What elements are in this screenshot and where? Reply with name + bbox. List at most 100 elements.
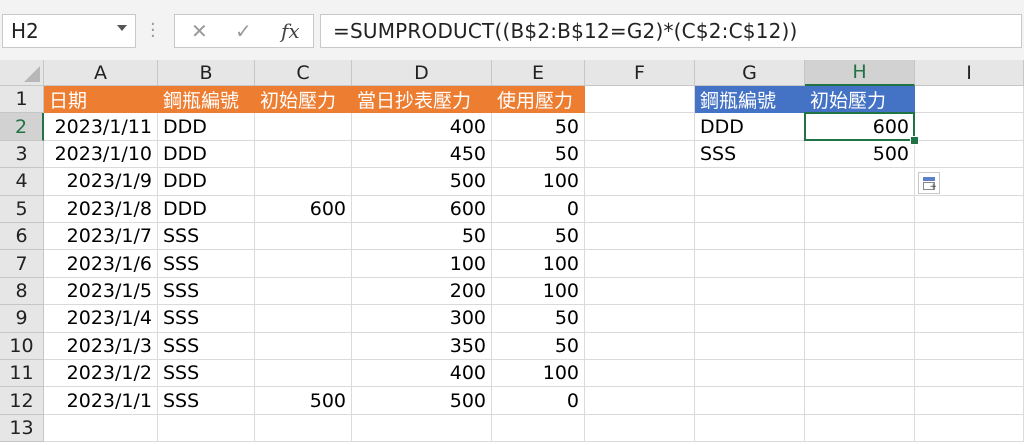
cell-d13[interactable] [352, 414, 492, 443]
cell-d5[interactable]: 600 [352, 195, 492, 223]
cell-a10[interactable]: 2023/1/3 [44, 332, 158, 360]
cell-h9[interactable] [805, 305, 915, 333]
cell-a11[interactable]: 2023/1/2 [44, 360, 158, 388]
cell-g10[interactable] [695, 332, 805, 360]
cell-e6[interactable]: 50 [492, 223, 585, 251]
autofill-options-icon[interactable]: + [918, 172, 940, 194]
cell-a4[interactable]: 2023/1/9 [44, 168, 158, 196]
cell-g3[interactable]: SSS [695, 140, 805, 169]
cell-b5[interactable]: DDD [158, 195, 255, 223]
cell-h3[interactable]: 500 [805, 140, 915, 169]
cell-g6[interactable] [695, 223, 805, 251]
row-header-13[interactable]: 13 [0, 414, 44, 443]
cell-h2[interactable]: 600 [805, 113, 915, 141]
cell-a7[interactable]: 2023/1/6 [44, 250, 158, 278]
col-header-e[interactable]: E [492, 60, 585, 86]
row-header-1[interactable]: 1 [0, 86, 44, 114]
cell-b10[interactable]: SSS [158, 332, 255, 360]
cell-f12[interactable] [585, 387, 695, 415]
cell-e8[interactable]: 100 [492, 277, 585, 306]
cell-e9[interactable]: 50 [492, 305, 585, 333]
cell-e12[interactable]: 0 [492, 387, 585, 415]
cell-a1[interactable]: 日期 [44, 86, 158, 114]
cell-f7[interactable] [585, 250, 695, 278]
col-header-a[interactable]: A [44, 60, 158, 86]
cell-f5[interactable] [585, 195, 695, 223]
cell-f11[interactable] [585, 360, 695, 388]
select-all-corner[interactable] [0, 60, 44, 86]
cell-h10[interactable] [805, 332, 915, 360]
cell-e1[interactable]: 使用壓力 [492, 86, 585, 114]
formula-input[interactable]: =SUMPRODUCT((B$2:B$12=G2)*(C$2:C$12)) [320, 14, 1022, 48]
cell-e11[interactable]: 100 [492, 360, 585, 388]
cell-g13[interactable] [695, 414, 805, 443]
cell-h1[interactable]: 初始壓力 [805, 86, 915, 114]
cell-f4[interactable] [585, 168, 695, 196]
row-header-4[interactable]: 4 [0, 168, 44, 196]
cell-e5[interactable]: 0 [492, 195, 585, 223]
cell-b2[interactable]: DDD [158, 113, 255, 141]
cell-a8[interactable]: 2023/1/5 [44, 277, 158, 306]
cell-c6[interactable] [255, 223, 352, 251]
chevron-down-icon[interactable] [117, 25, 127, 31]
cell-d8[interactable]: 200 [352, 277, 492, 306]
col-header-i[interactable]: I [915, 60, 1024, 86]
row-header-8[interactable]: 8 [0, 277, 44, 306]
row-header-9[interactable]: 9 [0, 305, 44, 333]
cell-h11[interactable] [805, 360, 915, 388]
cell-c3[interactable] [255, 140, 352, 169]
col-header-f[interactable]: F [585, 60, 695, 86]
cell-b11[interactable]: SSS [158, 360, 255, 388]
cell-f13[interactable] [585, 414, 695, 443]
cell-i2[interactable] [915, 113, 1024, 141]
cell-e2[interactable]: 50 [492, 113, 585, 141]
col-header-b[interactable]: B [158, 60, 255, 86]
cell-f3[interactable] [585, 140, 695, 169]
cell-b6[interactable]: SSS [158, 223, 255, 251]
row-header-12[interactable]: 12 [0, 387, 44, 415]
cell-i6[interactable] [915, 223, 1024, 251]
row-header-7[interactable]: 7 [0, 250, 44, 278]
cell-d11[interactable]: 400 [352, 360, 492, 388]
cell-d10[interactable]: 350 [352, 332, 492, 360]
cell-h12[interactable] [805, 387, 915, 415]
cell-g2[interactable]: DDD [695, 113, 805, 141]
cell-i10[interactable] [915, 332, 1024, 360]
cell-b1[interactable]: 鋼瓶編號 [158, 86, 255, 114]
fill-handle[interactable] [910, 135, 919, 145]
cell-g1[interactable]: 鋼瓶編號 [695, 86, 805, 114]
cell-a3[interactable]: 2023/1/10 [44, 140, 158, 169]
row-header-10[interactable]: 10 [0, 332, 44, 360]
cell-b13[interactable] [158, 414, 255, 443]
cell-c10[interactable] [255, 332, 352, 360]
col-header-d[interactable]: D [352, 60, 492, 86]
cell-c5[interactable]: 600 [255, 195, 352, 223]
cell-e3[interactable]: 50 [492, 140, 585, 169]
cell-c7[interactable] [255, 250, 352, 278]
col-header-g[interactable]: G [695, 60, 805, 86]
cell-i8[interactable] [915, 277, 1024, 306]
cell-c12[interactable]: 500 [255, 387, 352, 415]
cell-i7[interactable] [915, 250, 1024, 278]
cell-e7[interactable]: 100 [492, 250, 585, 278]
cell-g4[interactable] [695, 168, 805, 196]
cell-c4[interactable] [255, 168, 352, 196]
enter-icon[interactable]: ✓ [235, 19, 252, 43]
cell-i11[interactable] [915, 360, 1024, 388]
cell-g5[interactable] [695, 195, 805, 223]
row-header-5[interactable]: 5 [0, 195, 44, 223]
cell-g8[interactable] [695, 277, 805, 306]
cell-i1[interactable] [915, 86, 1024, 114]
cell-h8[interactable] [805, 277, 915, 306]
cell-b9[interactable]: SSS [158, 305, 255, 333]
cell-f10[interactable] [585, 332, 695, 360]
cell-c11[interactable] [255, 360, 352, 388]
cell-i3[interactable] [915, 140, 1024, 169]
cell-g11[interactable] [695, 360, 805, 388]
cell-b4[interactable]: DDD [158, 168, 255, 196]
cell-g12[interactable] [695, 387, 805, 415]
row-header-3[interactable]: 3 [0, 140, 44, 169]
cell-d2[interactable]: 400 [352, 113, 492, 141]
cell-h6[interactable] [805, 223, 915, 251]
name-box[interactable]: H2 [2, 14, 136, 48]
